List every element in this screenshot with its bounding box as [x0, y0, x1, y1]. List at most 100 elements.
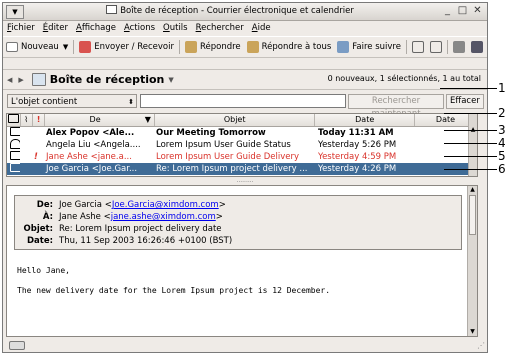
move-button[interactable]	[409, 38, 427, 56]
online-status-icon[interactable]	[9, 341, 25, 350]
message-from: Jane Ashe <jane.a...	[46, 152, 132, 162]
back-arrow-icon[interactable]: ◀	[7, 76, 12, 84]
message-list-scrollbar[interactable]: ▲	[468, 114, 477, 176]
send-receive-button[interactable]: Envoyer / Recevoir	[76, 38, 177, 56]
printer-icon	[452, 41, 465, 53]
resize-grip-icon[interactable]: ⋰	[477, 341, 485, 350]
to-value: Jane Ashe <jane.ashe@ximdom.com>	[59, 212, 223, 222]
message-from: Joe Garcia <Joe.Gar...	[46, 164, 138, 174]
search-now-button[interactable]: Rechercher maintenant	[348, 93, 444, 119]
replied-envelope-icon	[10, 151, 20, 160]
message-date: Yesterday 4:26 PM	[318, 164, 397, 174]
message-subject: Lorem Ipsum User Guide Delivery	[156, 152, 300, 162]
menu-outils[interactable]: Outils	[159, 21, 192, 35]
window-title-text: Boîte de réception - Courrier électroniq…	[120, 6, 354, 16]
folder-bar: ◀ ▶ Boîte de réception ▼ 0 nouveaux, 1 s…	[3, 69, 487, 90]
callout-2: 2	[498, 106, 506, 120]
status-column-header[interactable]	[7, 114, 21, 126]
new-mail-icon	[6, 42, 18, 52]
mail-window: ▼ Boîte de réception - Courrier électron…	[2, 2, 488, 353]
message-headers: De: Joe Garcia <Joe.Garcia@ximdom.com> À…	[14, 195, 462, 250]
menu-actions[interactable]: Actions	[120, 21, 159, 35]
menu-fichier[interactable]: Fichier	[3, 21, 39, 35]
forward-icon	[337, 41, 350, 53]
from-label: De:	[36, 200, 53, 210]
body-line: The new delivery date for the Lorem Ipsu…	[17, 286, 331, 295]
priority-column-header[interactable]: !	[33, 114, 46, 126]
message-row-selected[interactable]: Joe Garcia <Joe.Gar... Re: Lorem Ipsum p…	[7, 163, 477, 175]
status-bar: ⋰	[3, 338, 487, 352]
new-button[interactable]: Nouveau ▼	[3, 38, 71, 56]
callout-line	[444, 143, 497, 144]
folder-name[interactable]: Boîte de réception	[50, 73, 165, 86]
callout-line	[444, 169, 497, 170]
reply-all-button[interactable]: Répondre à tous	[244, 38, 335, 56]
from-column-header[interactable]: De ▼	[45, 114, 155, 126]
search-input[interactable]	[140, 94, 346, 108]
message-date: Yesterday 4:59 PM	[318, 152, 397, 162]
envelope-icon	[7, 114, 19, 123]
menu-editer[interactable]: Éditer	[39, 21, 72, 35]
delete-button[interactable]	[468, 38, 486, 56]
toolbar-separator	[178, 40, 180, 54]
search-scope-select[interactable]: L'objet contient ⬍	[7, 94, 137, 108]
scroll-up-icon[interactable]: ▲	[468, 186, 477, 194]
chevron-updown-icon: ⬍	[128, 98, 134, 106]
to-label: À:	[42, 212, 53, 222]
replied-envelope-icon	[10, 163, 20, 172]
message-subject: Our Meeting Tomorrow	[156, 128, 266, 138]
message-list-header: ⌇ ! De ▼ Objet Date Date	[7, 114, 477, 127]
from-value: Joe Garcia <Joe.Garcia@ximdom.com>	[59, 200, 226, 210]
body-line: Hello Jane,	[17, 266, 70, 275]
toolbar: Nouveau ▼ Envoyer / Recevoir Répondre Ré…	[3, 36, 487, 58]
message-row[interactable]: Angela Liu <Angela.... Lorem Ipsum User …	[7, 139, 477, 151]
scroll-down-icon[interactable]: ▼	[468, 328, 477, 336]
chevron-down-icon[interactable]: ▼	[63, 43, 68, 51]
callout-3: 3	[498, 123, 506, 137]
reply-all-icon	[246, 41, 259, 53]
callout-line	[440, 88, 497, 89]
pane-splitter[interactable]: .........	[3, 178, 487, 184]
forward-arrow-icon[interactable]: ▶	[18, 76, 23, 84]
paperclip-icon: ⌇	[24, 115, 29, 124]
print-button[interactable]	[450, 38, 468, 56]
preview-scrollbar[interactable]: ▲ ▼	[467, 186, 477, 336]
unread-envelope-icon	[10, 127, 20, 136]
close-button[interactable]: ✕	[472, 6, 483, 16]
from-email-link[interactable]: Joe.Garcia@ximdom.com	[112, 200, 219, 210]
attachment-column-header[interactable]: ⌇	[21, 114, 33, 126]
to-email-link[interactable]: jane.ashe@ximdom.com	[111, 212, 216, 222]
message-date: Yesterday 5:26 PM	[318, 140, 397, 150]
callout-line	[444, 130, 497, 131]
date-value: Thu, 11 Sep 2003 16:26:46 +0100 (BST)	[59, 236, 233, 246]
copy-button[interactable]	[427, 38, 445, 56]
search-bar: L'objet contient⬍ Rechercher maintenant …	[3, 92, 487, 119]
message-row[interactable]: Alex Popov <Ale... Our Meeting Tomorrow …	[7, 127, 477, 139]
window-menu-button[interactable]: ▼	[6, 5, 24, 19]
message-list: ⌇ ! De ▼ Objet Date Date Alex Popov <Ale…	[6, 113, 478, 177]
send-receive-icon	[79, 41, 92, 53]
scroll-thumb[interactable]	[469, 195, 476, 235]
reply-button[interactable]: Répondre	[182, 38, 244, 56]
callout-5: 5	[498, 149, 506, 163]
toolbar-separator	[73, 40, 75, 54]
inbox-folder-icon	[31, 73, 46, 86]
sort-down-icon: ▼	[144, 115, 151, 124]
folder-dropdown-icon[interactable]: ▼	[168, 76, 173, 84]
forward-button[interactable]: Faire suivre	[334, 38, 404, 56]
clear-button[interactable]: Effacer	[446, 93, 484, 109]
menu-affichage[interactable]: Affichage	[72, 21, 120, 35]
callout-line	[444, 113, 497, 114]
window-title: Boîte de réception - Courrier électroniq…	[33, 5, 427, 16]
message-body: Hello Jane, The new delivery date for th…	[17, 266, 330, 296]
message-row[interactable]: ! Jane Ashe <jane.a... Lorem Ipsum User …	[7, 151, 477, 163]
menu-aide[interactable]: Aide	[248, 21, 275, 35]
menu-rechercher[interactable]: Rechercher	[192, 21, 248, 35]
subject-column-header[interactable]: Objet	[155, 114, 316, 126]
message-from: Alex Popov <Ale...	[46, 128, 135, 138]
maximize-button[interactable]: □	[457, 6, 468, 16]
high-priority-icon: !	[34, 152, 38, 162]
date-column-header[interactable]: Date	[315, 114, 415, 126]
read-envelope-icon	[10, 139, 20, 149]
minimize-button[interactable]: _	[442, 6, 453, 16]
